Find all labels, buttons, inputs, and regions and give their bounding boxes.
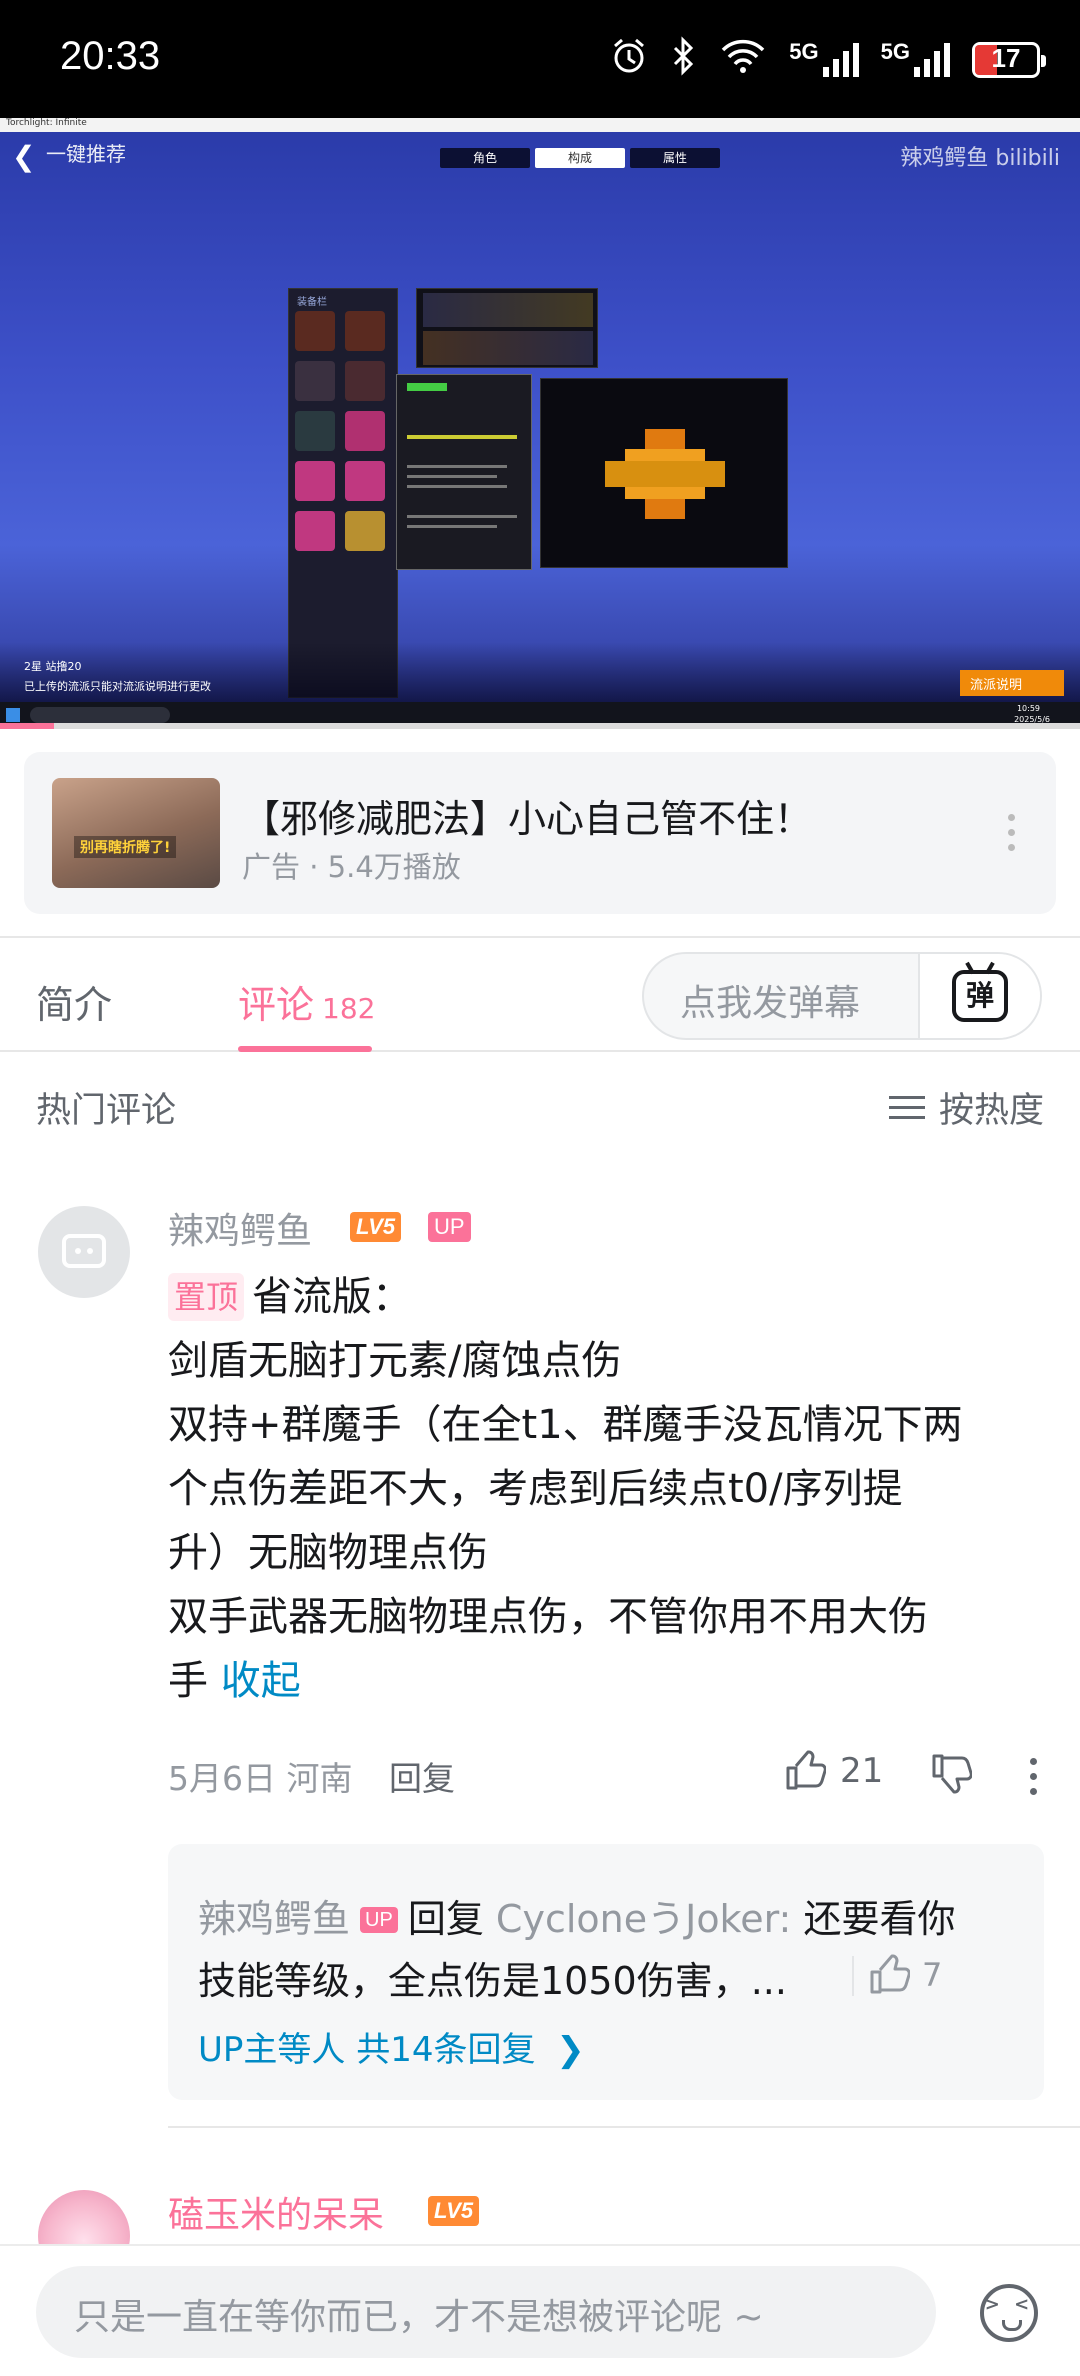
thumbs-down-icon xyxy=(932,1754,973,1794)
signal-icon: 5G xyxy=(789,39,859,77)
ad-thumbnail: 别再瞎折腾了! xyxy=(52,778,220,888)
thumbs-up-icon xyxy=(786,1750,826,1790)
like-count: 21 xyxy=(840,1751,884,1791)
sort-icon xyxy=(888,1096,925,1119)
reply-word: 回复 xyxy=(407,1897,484,1941)
comment-input-bar: 只是一直在等你而已，才不是想被评论呢 ~ xyxy=(0,2244,1080,2376)
comment-count: 182 xyxy=(322,992,376,1025)
window-title-bar: Torchlight: Infinite xyxy=(0,118,1080,132)
game-tab-character: 角色 xyxy=(440,148,530,168)
game-screen-title: 一键推荐 xyxy=(46,142,126,166)
comment-date: 5月6日 xyxy=(168,1759,276,1798)
avatar[interactable] xyxy=(38,1206,130,1298)
view-all-replies-link[interactable]: UP主等人 共14条回复 ❯ xyxy=(198,2022,585,2071)
equipment-panel-label: 装备栏 xyxy=(297,297,327,308)
network-type-2: 5G xyxy=(880,39,910,64)
comment-line: 双手武器无脑物理点伤，不管你用不用大伤 xyxy=(168,1594,928,1640)
tab-comments-label: 评论 xyxy=(238,983,315,1027)
hot-comments-heading: 热门评论 xyxy=(36,1091,177,1131)
status-bar: 20:33 5G 5G 17 xyxy=(0,0,1080,118)
reply-like-button[interactable]: 7 xyxy=(868,1954,942,1996)
comment-line: 个点伤差距不大，考虑到后续点t0/序列提 xyxy=(168,1466,903,1512)
reply-like-count: 7 xyxy=(922,1956,943,1994)
video-progress-bar[interactable] xyxy=(0,723,1080,729)
active-tab-indicator xyxy=(238,1046,372,1052)
danmaku-input[interactable]: 点我发弹幕 弹 xyxy=(642,952,1042,1040)
skill-panel xyxy=(416,288,598,368)
comment-content: 置顶 省流版： 剑盾无脑打元素/腐蚀点伤 双持+群魔手（在全t1、群魔手没瓦情况下… xyxy=(168,1265,1048,1713)
comment-input[interactable]: 只是一直在等你而已，才不是想被评论呢 ~ xyxy=(36,2266,936,2358)
reply-text-2: 技能等级，全点伤是1050伤害，... xyxy=(198,1959,787,2003)
talent-panel xyxy=(540,378,788,568)
collapse-link[interactable]: 收起 xyxy=(221,1658,301,1704)
comment-line: 省流版： xyxy=(252,1274,413,1320)
tv-avatar-icon xyxy=(62,1234,106,1268)
sort-button[interactable]: 按热度 xyxy=(888,1082,1044,1133)
more-replies-label: UP主等人 共14条回复 xyxy=(198,2030,536,2070)
alarm-icon xyxy=(609,36,649,84)
comment-username[interactable]: 辣鸡鳄鱼 xyxy=(168,1202,312,1254)
thumbs-up-icon xyxy=(870,1954,910,1994)
ad-thumbnail-caption: 别再瞎折腾了! xyxy=(74,836,177,858)
comment-meta: 5月6日 河南 回复 xyxy=(168,1752,455,1800)
danmaku-placeholder: 点我发弹幕 xyxy=(680,983,861,1024)
comment-line: 剑盾无脑打元素/腐蚀点伤 xyxy=(168,1338,622,1384)
video-watermark: 辣鸡鳄鱼 bilibili xyxy=(900,146,1060,171)
like-button[interactable]: 21 xyxy=(784,1750,883,1792)
reply-target[interactable]: CycloneうJoker: xyxy=(496,1897,791,1941)
bluetooth-icon xyxy=(671,36,697,84)
network-type-1: 5G xyxy=(789,39,819,64)
reply-button[interactable]: 回复 xyxy=(389,1759,455,1798)
dislike-button[interactable] xyxy=(930,1752,973,1798)
sort-label: 按热度 xyxy=(938,1091,1044,1131)
content-tabs: 简介 评论 182 点我发弹幕 弹 xyxy=(0,936,1080,1052)
reply-up-badge: UP xyxy=(360,1907,398,1933)
overlay-text-2: 已上传的流派只能对流派说明进行更改 xyxy=(24,680,211,693)
comment-more-icon[interactable] xyxy=(1030,1758,1037,1795)
wifi-icon xyxy=(719,36,767,84)
level-badge: LV5 xyxy=(350,1212,402,1242)
comment-divider xyxy=(168,2126,1080,2128)
taskbar-time: 10:59 xyxy=(1016,704,1040,713)
ad-meta: 广告 · 5.4万播放 xyxy=(242,850,461,884)
video-player[interactable]: Torchlight: Infinite ❮ 一键推荐 角色 构成 属性 辣鸡鳄… xyxy=(0,118,1080,728)
ad-title: 【邪修减肥法】小心自己管不住！ xyxy=(242,797,813,841)
danmaku-icon: 弹 xyxy=(952,970,1008,1022)
chevron-right-icon: ❯ xyxy=(556,2030,585,2070)
reply-username[interactable]: 辣鸡鳄鱼 xyxy=(198,1897,350,1941)
reply-text-1: 还要看你 xyxy=(803,1897,956,1941)
game-tab-build: 构成 xyxy=(535,148,625,168)
danmaku-toggle-button[interactable]: 弹 xyxy=(918,954,1040,1038)
back-icon: ❮ xyxy=(12,140,36,173)
game-tab-attributes: 属性 xyxy=(630,148,720,168)
reply-preview[interactable]: 辣鸡鳄鱼 UP 回复 CycloneうJoker: 还要看你 技能等级，全点伤是10… xyxy=(168,1844,1044,2100)
more-options-icon[interactable] xyxy=(1008,814,1016,851)
build-description-button: 流派说明 xyxy=(960,670,1064,696)
overlay-text-1: 2星 站撸20 xyxy=(24,660,82,673)
tab-comments[interactable]: 评论 182 xyxy=(238,974,375,1029)
battery-level: 17 xyxy=(991,43,1021,73)
pinned-badge: 置顶 xyxy=(168,1273,245,1321)
comment-line: 升）无脑物理点伤 xyxy=(168,1530,488,1576)
emoji-icon[interactable] xyxy=(980,2284,1038,2342)
up-badge: UP xyxy=(428,1212,471,1242)
level-badge: LV5 xyxy=(428,2196,480,2226)
comment-line: 双持+群魔手（在全t1、群魔手没瓦情况下两 xyxy=(168,1402,963,1448)
tab-intro[interactable]: 简介 xyxy=(36,974,112,1029)
comment-username[interactable]: 磕玉米的呆呆 xyxy=(168,2186,384,2238)
comment-input-placeholder: 只是一直在等你而已，才不是想被评论呢 ~ xyxy=(74,2297,764,2338)
comment-line: 手 xyxy=(168,1658,208,1704)
battery-icon: 17 xyxy=(972,42,1046,78)
status-time: 20:33 xyxy=(60,34,161,78)
comment-location: 河南 xyxy=(286,1759,353,1798)
ad-card[interactable]: 别再瞎折腾了! 【邪修减肥法】小心自己管不住！ 广告 · 5.4万播放 xyxy=(24,752,1056,914)
signal-icon-2: 5G xyxy=(880,39,950,77)
item-tooltip xyxy=(396,374,532,570)
equipment-panel: 装备栏 xyxy=(288,288,398,698)
